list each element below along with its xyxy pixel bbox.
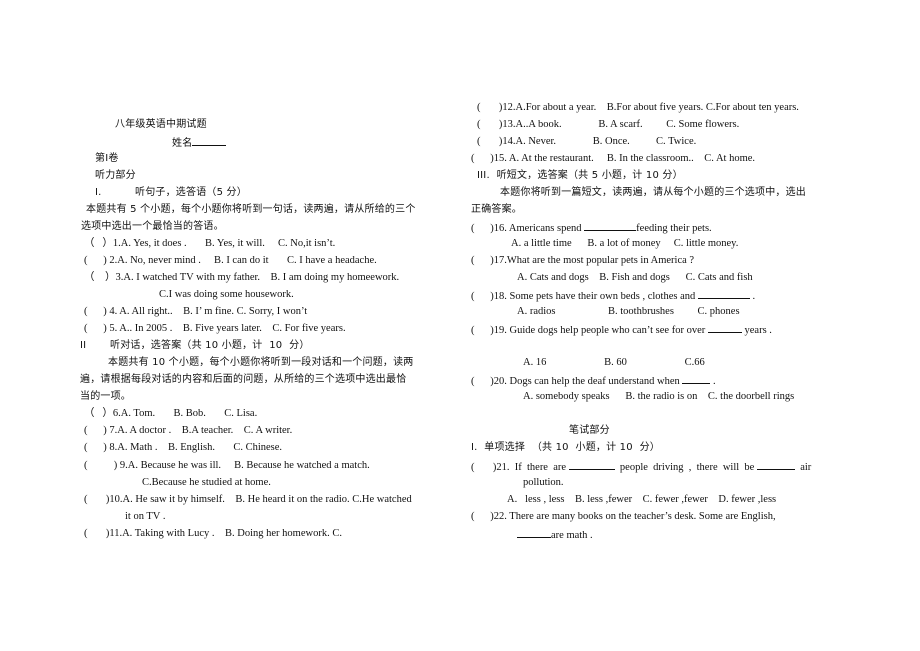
question-6: （ ）6.A. Tom. B. Bob. C. Lisa. <box>84 408 258 419</box>
question-16-end: feeding their pets. <box>636 223 712 234</box>
question-15: ( )15. A. At the restaurant. B. In the c… <box>471 153 756 164</box>
question-21-line-2: pollution. <box>523 477 564 488</box>
question-21-line-1: ( )21. If there are people driving , the… <box>471 459 811 475</box>
question-7: ( ) 7.A. A doctor . B.A teacher. C. A wr… <box>84 425 293 436</box>
question-20-end: . <box>710 376 716 387</box>
question-19: ( )19. Guide dogs help people who can’t … <box>471 322 772 338</box>
question-22-line-1: ( )22. There are many books on the teach… <box>471 511 776 522</box>
question-19-stem: ( )19. Guide dogs help people who can’t … <box>471 325 708 336</box>
question-20-options: A. somebody speaks B. the radio is on C.… <box>523 391 795 402</box>
question-18-stem: ( )18. Some pets have their own beds , c… <box>471 291 698 302</box>
answer-blank[interactable] <box>682 373 711 384</box>
answer-blank[interactable] <box>756 459 795 470</box>
section1-intro-1: 本题共有 5 个小题，每个小题你将听到一句话，读两遍，请从所给的三个 <box>86 204 416 215</box>
question-20-stem: ( )20. Dogs can help the deaf understand… <box>471 376 683 387</box>
question-11: ( )11.A. Taking with Lucy . B. Doing her… <box>84 528 342 539</box>
answer-blank[interactable] <box>517 527 551 538</box>
question-9-line-1: ( ) 9.A. Because he was ill. B. Because … <box>84 460 370 471</box>
section1-title: 听句子，选答语（5 分） <box>135 187 247 198</box>
question-2: ( ) 2.A. No, never mind . B. I can do it… <box>84 255 377 266</box>
written-heading: 笔试部分 <box>569 425 610 436</box>
question-18: ( )18. Some pets have their own beds , c… <box>471 288 755 304</box>
answer-blank[interactable] <box>697 288 750 299</box>
question-3-line-1: （ ）3.A. I watched TV with my father. B. … <box>84 272 400 283</box>
question-1: （ ）1.A. Yes, it does . B. Yes, it will. … <box>84 238 336 249</box>
question-3-line-2: C.I was doing some housework. <box>159 289 294 300</box>
question-19-options: A. 16 B. 60 C.66 <box>523 357 705 368</box>
question-14: ( )14.A. Never. B. Once. C. Twice. <box>477 136 697 147</box>
volume-heading: 第Ⅰ卷 <box>95 153 119 164</box>
question-4: ( ) 4. A. All right.. B. I’ m fine. C. S… <box>84 306 308 317</box>
question-21-end: air <box>794 462 812 473</box>
question-17: ( )17.What are the most popular pets in … <box>471 255 695 266</box>
question-18-end: . <box>749 291 756 302</box>
question-16-options: A. a little time B. a lot of money C. li… <box>511 238 739 249</box>
question-21-stem: ( )21. If there are <box>471 462 569 473</box>
question-21-mid: people driving , there will be <box>614 462 757 473</box>
section2-intro-3: 当的一项。 <box>80 391 131 402</box>
section1-heading: I. 听句子，选答语（5 分） <box>95 186 247 200</box>
name-field[interactable]: 姓名 <box>172 135 227 151</box>
exam-title: 八年级英语中期试题 <box>115 119 207 130</box>
question-20: ( )20. Dogs can help the deaf understand… <box>471 373 716 389</box>
question-8: ( ) 8.A. Math . B. English. C. Chinese. <box>84 442 283 453</box>
question-10-line-1: ( )10.A. He saw it by himself. B. He hea… <box>84 494 412 505</box>
question-10-line-2: it on TV . <box>125 511 166 522</box>
section1-num: I. <box>95 187 102 198</box>
section3-heading: III. 听短文，选答案（共 5 小题，计 10 分） <box>477 170 683 181</box>
answer-blank[interactable] <box>584 220 637 231</box>
section2-title: 听对话，选答案（共 10 小题，计 10 分） <box>110 340 310 351</box>
section2-num: II <box>80 340 87 351</box>
question-9-line-2: C.Because he studied at home. <box>142 477 271 488</box>
question-16: ( )16. Americans spend feeding their pet… <box>471 220 712 236</box>
section2-intro-2: 遍，请根据每段对话的内容和后面的问题，从所给的三个选项中选出最恰 <box>80 374 407 385</box>
written-section1-heading: I. 单项选择 （共 10 小题，计 10 分） <box>471 442 660 453</box>
name-blank[interactable] <box>192 135 227 146</box>
answer-blank[interactable] <box>707 322 742 333</box>
question-18-options: A. radios B. toothbrushes C. phones <box>517 306 740 317</box>
section3-intro-1: 本题你将听到一篇短文，读两遍，请从每个小题的三个选项中，选出 <box>500 187 806 198</box>
question-16-stem: ( )16. Americans spend <box>471 223 585 234</box>
section2-intro-1: 本题共有 10 个小题，每个小题你将听到一段对话和一个问题，读两 <box>108 357 414 368</box>
question-17-options: A. Cats and dogs B. Fish and dogs C. Cat… <box>517 272 753 283</box>
answer-blank[interactable] <box>568 459 615 470</box>
section1-intro-2: 选项中选出一个最恰当的答语。 <box>81 221 224 232</box>
question-19-end: years . <box>741 325 772 336</box>
question-21-options: A. less , less B. less ,fewer C. fewer ,… <box>507 494 777 505</box>
question-5: ( ) 5. A.. In 2005 . B. Five years later… <box>84 323 346 334</box>
name-label: 姓名 <box>172 138 193 149</box>
question-22-end: are math . <box>551 530 593 541</box>
question-22-line-2: are math . <box>517 527 593 543</box>
section2-heading: II 听对话，选答案（共 10 小题，计 10 分） <box>80 339 310 353</box>
listening-heading: 听力部分 <box>95 170 136 181</box>
question-13: ( )13.A..A book. B. A scarf. C. Some flo… <box>477 119 740 130</box>
question-12: ( )12.A.For about a year. B.For about fi… <box>477 102 799 113</box>
section3-intro-2: 正确答案。 <box>471 204 522 215</box>
